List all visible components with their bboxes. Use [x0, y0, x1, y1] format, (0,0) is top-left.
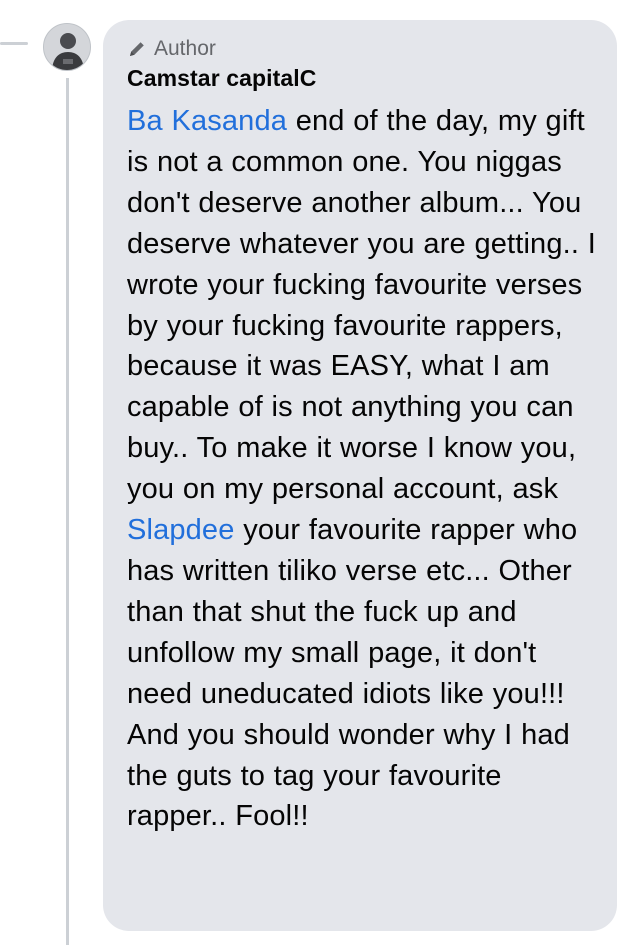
thread-connector-line	[0, 42, 28, 45]
comment-text-part: your favourite rapper who has written ti…	[127, 514, 578, 833]
comment-author-name[interactable]: Camstar capitalC	[127, 63, 601, 93]
comment-body: Ba Kasanda end of the day, my gift is no…	[127, 101, 601, 837]
comment-bubble: Author Camstar capitalC Ba Kasanda end o…	[103, 20, 617, 931]
comment-thread: Author Camstar capitalC Ba Kasanda end o…	[0, 0, 644, 945]
pencil-icon	[127, 39, 147, 59]
mention-link[interactable]: Slapdee	[127, 514, 234, 546]
mention-link[interactable]: Ba Kasanda	[127, 105, 287, 137]
comment-text-part: end of the day, my gift is not a common …	[127, 105, 596, 506]
author-badge-label: Author	[154, 37, 216, 60]
author-badge: Author	[127, 36, 601, 62]
avatar[interactable]	[43, 23, 91, 71]
thread-reply-line	[66, 78, 69, 945]
